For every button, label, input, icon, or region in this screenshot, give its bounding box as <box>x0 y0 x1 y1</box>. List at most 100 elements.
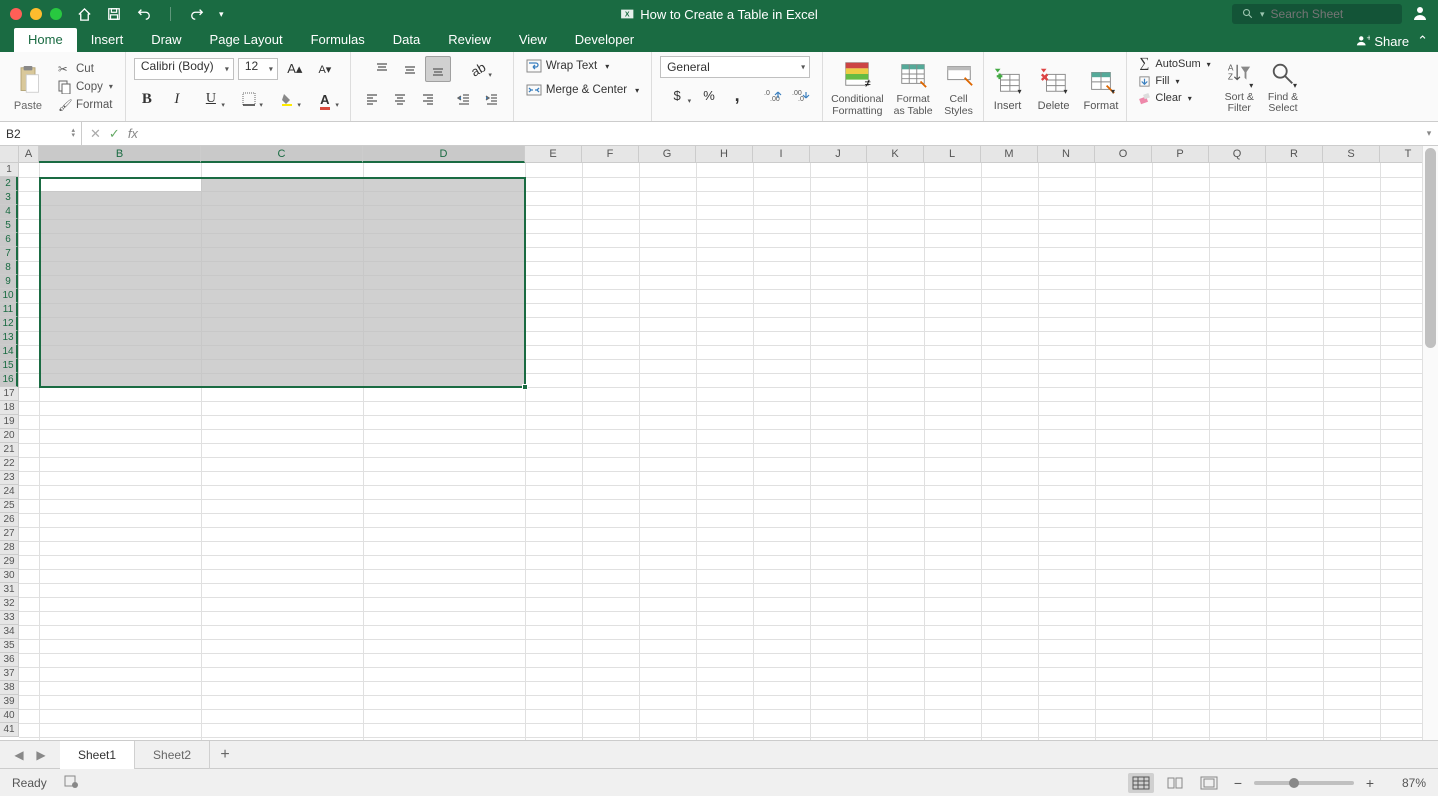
column-header-s[interactable]: S <box>1323 146 1380 163</box>
row-header-38[interactable]: 38 <box>0 681 18 695</box>
increase-indent-button[interactable] <box>479 86 505 112</box>
increase-font-button[interactable]: A▴ <box>282 56 308 82</box>
clear-button[interactable]: Clear▾ <box>1135 90 1212 106</box>
tab-developer[interactable]: Developer <box>561 28 648 52</box>
align-left-button[interactable] <box>359 86 385 112</box>
underline-button[interactable]: U▾ <box>194 86 228 112</box>
insert-cells-button[interactable]: ▾ Insert <box>992 62 1024 112</box>
search-input[interactable] <box>1271 7 1391 21</box>
column-header-f[interactable]: F <box>582 146 639 163</box>
share-button[interactable]: + Share <box>1356 34 1409 49</box>
zoom-in-button[interactable]: + <box>1362 775 1378 791</box>
column-header-b[interactable]: B <box>39 146 201 163</box>
column-header-n[interactable]: N <box>1038 146 1095 163</box>
font-color-button[interactable]: A▾ <box>308 86 342 112</box>
row-header-13[interactable]: 13 <box>0 331 18 345</box>
spreadsheet-grid[interactable]: ABCDEFGHIJKLMNOPQRST 1234567891011121314… <box>0 146 1438 740</box>
account-icon[interactable] <box>1412 5 1428 24</box>
tab-insert[interactable]: Insert <box>77 28 138 52</box>
format-cells-button[interactable]: ▾ Format <box>1084 62 1119 112</box>
undo-icon[interactable] <box>136 6 152 22</box>
sort-filter-button[interactable]: AZ▾ Sort & Filter <box>1223 56 1256 117</box>
row-header-27[interactable]: 27 <box>0 527 18 541</box>
fx-icon[interactable]: fx <box>128 122 146 145</box>
page-break-view-button[interactable] <box>1196 773 1222 793</box>
row-header-7[interactable]: 7 <box>0 247 18 261</box>
column-header-k[interactable]: K <box>867 146 924 163</box>
sheet-tab-sheet1[interactable]: Sheet1 <box>60 741 135 769</box>
column-header-m[interactable]: M <box>981 146 1038 163</box>
row-header-17[interactable]: 17 <box>0 387 18 401</box>
row-header-19[interactable]: 19 <box>0 415 18 429</box>
column-header-i[interactable]: I <box>753 146 810 163</box>
page-layout-view-button[interactable] <box>1162 773 1188 793</box>
row-header-26[interactable]: 26 <box>0 513 18 527</box>
column-header-a[interactable]: A <box>19 146 39 163</box>
comma-button[interactable]: , <box>724 82 750 108</box>
cut-button[interactable]: ✂Cut <box>54 61 117 77</box>
row-header-21[interactable]: 21 <box>0 443 18 457</box>
decrease-decimal-button[interactable]: .00.0 <box>788 82 814 108</box>
row-header-36[interactable]: 36 <box>0 653 18 667</box>
tab-formulas[interactable]: Formulas <box>297 28 379 52</box>
row-header-41[interactable]: 41 <box>0 723 18 737</box>
collapse-ribbon-icon[interactable]: ⌃ <box>1417 33 1428 49</box>
align-top-button[interactable] <box>369 56 395 82</box>
format-painter-button[interactable]: 🖌Format <box>54 97 117 113</box>
row-header-37[interactable]: 37 <box>0 667 18 681</box>
column-header-l[interactable]: L <box>924 146 981 163</box>
row-header-29[interactable]: 29 <box>0 555 18 569</box>
row-header-25[interactable]: 25 <box>0 499 18 513</box>
row-header-18[interactable]: 18 <box>0 401 18 415</box>
row-header-40[interactable]: 40 <box>0 709 18 723</box>
name-box[interactable]: B2 ▴▾ <box>0 122 82 145</box>
row-header-5[interactable]: 5 <box>0 219 18 233</box>
scrollbar-thumb[interactable] <box>1425 148 1436 348</box>
tab-home[interactable]: Home <box>14 28 77 52</box>
row-header-4[interactable]: 4 <box>0 205 18 219</box>
percent-button[interactable]: % <box>696 82 722 108</box>
column-header-r[interactable]: R <box>1266 146 1323 163</box>
number-format-select[interactable]: General▾ <box>660 56 810 78</box>
row-header-6[interactable]: 6 <box>0 233 18 247</box>
minimize-window-button[interactable] <box>30 8 42 20</box>
align-right-button[interactable] <box>415 86 441 112</box>
autosum-button[interactable]: ∑AutoSum▾ <box>1135 56 1212 72</box>
zoom-percentage[interactable]: 87% <box>1386 776 1426 790</box>
cancel-formula-button[interactable]: ✕ <box>90 126 101 142</box>
select-all-corner[interactable] <box>0 146 19 163</box>
save-icon[interactable] <box>106 6 122 22</box>
align-middle-button[interactable] <box>397 56 423 82</box>
italic-button[interactable]: I <box>164 86 190 112</box>
row-header-16[interactable]: 16 <box>0 373 18 387</box>
copy-button[interactable]: Copy▾ <box>54 79 117 95</box>
column-header-o[interactable]: O <box>1095 146 1152 163</box>
row-header-35[interactable]: 35 <box>0 639 18 653</box>
row-header-2[interactable]: 2 <box>0 177 18 191</box>
name-box-dropdown-icon[interactable]: ▴▾ <box>71 129 75 139</box>
decrease-indent-button[interactable] <box>451 86 477 112</box>
row-header-1[interactable]: 1 <box>0 163 18 177</box>
next-sheet-button[interactable]: ▶ <box>32 746 50 764</box>
search-sheet-box[interactable]: ▾ <box>1232 4 1402 24</box>
column-header-p[interactable]: P <box>1152 146 1209 163</box>
align-center-button[interactable] <box>387 86 413 112</box>
column-header-q[interactable]: Q <box>1209 146 1266 163</box>
delete-cells-button[interactable]: ▾ Delete <box>1038 62 1070 112</box>
sheet-tab-sheet2[interactable]: Sheet2 <box>135 741 210 769</box>
merge-center-button[interactable]: Merge & Center ▾ <box>522 80 643 100</box>
tab-view[interactable]: View <box>505 28 561 52</box>
paste-button[interactable]: Paste <box>8 60 48 114</box>
conditional-formatting-button[interactable]: ≠ Conditional Formatting <box>831 56 884 117</box>
tab-draw[interactable]: Draw <box>137 28 195 52</box>
row-header-31[interactable]: 31 <box>0 583 18 597</box>
row-header-11[interactable]: 11 <box>0 303 18 317</box>
increase-decimal-button[interactable]: .0.00 <box>760 82 786 108</box>
fill-color-button[interactable]: ▾ <box>270 86 304 112</box>
zoom-out-button[interactable]: − <box>1230 775 1246 791</box>
normal-view-button[interactable] <box>1128 773 1154 793</box>
borders-button[interactable]: ▾ <box>232 86 266 112</box>
column-header-c[interactable]: C <box>201 146 363 163</box>
close-window-button[interactable] <box>10 8 22 20</box>
maximize-window-button[interactable] <box>50 8 62 20</box>
